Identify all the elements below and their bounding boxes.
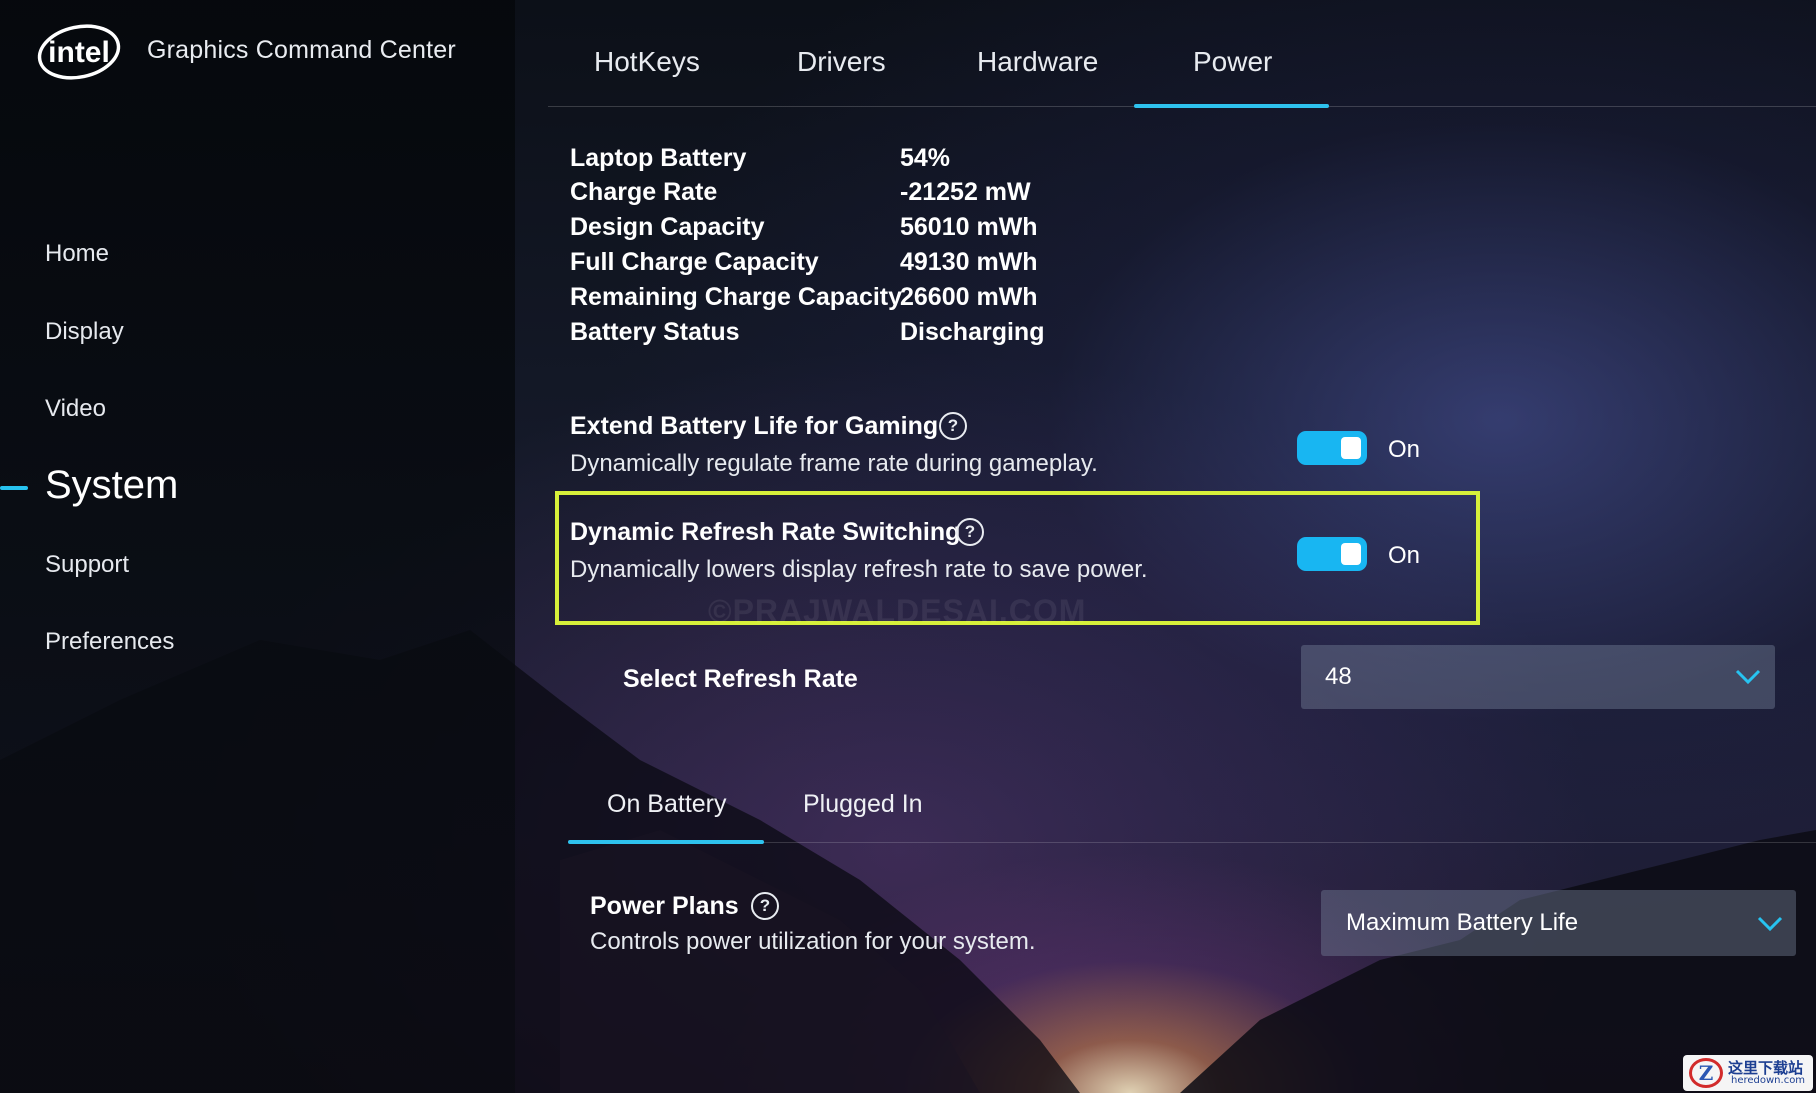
- sidebar: intel Graphics Command Center Home Displ…: [0, 0, 515, 1093]
- dynamic-refresh-description: Dynamically lowers display refresh rate …: [570, 556, 1148, 583]
- dynamic-refresh-state: On: [1388, 542, 1421, 569]
- info-value: -21252 mW: [900, 178, 1031, 206]
- active-subtab-indicator: [568, 840, 764, 844]
- extend-battery-toggle[interactable]: [1297, 431, 1367, 465]
- tab-power[interactable]: Power: [1193, 46, 1272, 78]
- toggle-knob: [1341, 437, 1361, 459]
- sidebar-item-system[interactable]: System: [45, 463, 178, 508]
- extend-battery-description: Dynamically regulate frame rate during g…: [570, 450, 1098, 477]
- chevron-down-icon: [1735, 669, 1761, 685]
- tab-hotkeys[interactable]: HotKeys: [594, 46, 700, 78]
- question-circle-icon[interactable]: ?: [751, 892, 779, 920]
- info-label: Remaining Charge Capacity: [570, 283, 903, 311]
- info-value: Discharging: [900, 318, 1045, 346]
- info-label: Full Charge Capacity: [570, 248, 819, 276]
- info-label: Laptop Battery: [570, 144, 747, 172]
- info-label: Battery Status: [570, 318, 740, 346]
- sidebar-item-support[interactable]: Support: [45, 551, 129, 579]
- info-label: Design Capacity: [570, 213, 765, 241]
- sidebar-item-video[interactable]: Video: [45, 395, 106, 423]
- power-plan-dropdown[interactable]: Maximum Battery Life: [1321, 890, 1796, 956]
- active-nav-marker: [0, 486, 28, 490]
- tab-plugged-in[interactable]: Plugged In: [803, 790, 923, 819]
- info-value: 49130 mWh: [900, 248, 1038, 276]
- refresh-rate-value: 48: [1325, 663, 1352, 690]
- extend-battery-state: On: [1388, 436, 1421, 463]
- question-circle-icon[interactable]: ?: [956, 518, 984, 546]
- chevron-down-icon: [1757, 916, 1783, 932]
- watermark: ©PRAJWALDESAI.COM: [708, 593, 1087, 629]
- svg-text:intel: intel: [48, 36, 110, 69]
- intel-logo: intel: [37, 24, 121, 80]
- active-tab-indicator: [1134, 104, 1329, 108]
- tab-drivers[interactable]: Drivers: [797, 46, 886, 78]
- dynamic-refresh-toggle[interactable]: [1297, 537, 1367, 571]
- corner-watermark-sub: heredown.com: [1731, 1075, 1806, 1086]
- power-plans-title: Power Plans: [590, 892, 739, 920]
- app-title: Graphics Command Center: [147, 36, 456, 64]
- tab-hardware[interactable]: Hardware: [977, 46, 1098, 78]
- sidebar-item-display[interactable]: Display: [45, 318, 124, 346]
- toggle-knob: [1341, 543, 1361, 565]
- sidebar-item-home[interactable]: Home: [45, 240, 109, 268]
- select-refresh-rate-label: Select Refresh Rate: [623, 665, 858, 693]
- info-value: 56010 mWh: [900, 213, 1038, 241]
- z-logo-icon: Z: [1689, 1058, 1723, 1088]
- power-plans-description: Controls power utilization for your syst…: [590, 928, 1036, 955]
- power-plan-value: Maximum Battery Life: [1346, 909, 1579, 936]
- refresh-rate-dropdown[interactable]: 48: [1301, 645, 1775, 709]
- dynamic-refresh-title: Dynamic Refresh Rate Switching: [570, 518, 961, 546]
- tab-on-battery[interactable]: On Battery: [607, 790, 727, 819]
- corner-watermark-logo: Z 这里下载站 heredown.com: [1683, 1055, 1813, 1091]
- extend-battery-title: Extend Battery Life for Gaming: [570, 412, 939, 440]
- question-circle-icon[interactable]: ?: [939, 412, 967, 440]
- info-value: 26600 mWh: [900, 283, 1038, 311]
- sidebar-item-preferences[interactable]: Preferences: [45, 628, 174, 656]
- info-value: 54%: [900, 144, 951, 172]
- info-label: Charge Rate: [570, 178, 718, 206]
